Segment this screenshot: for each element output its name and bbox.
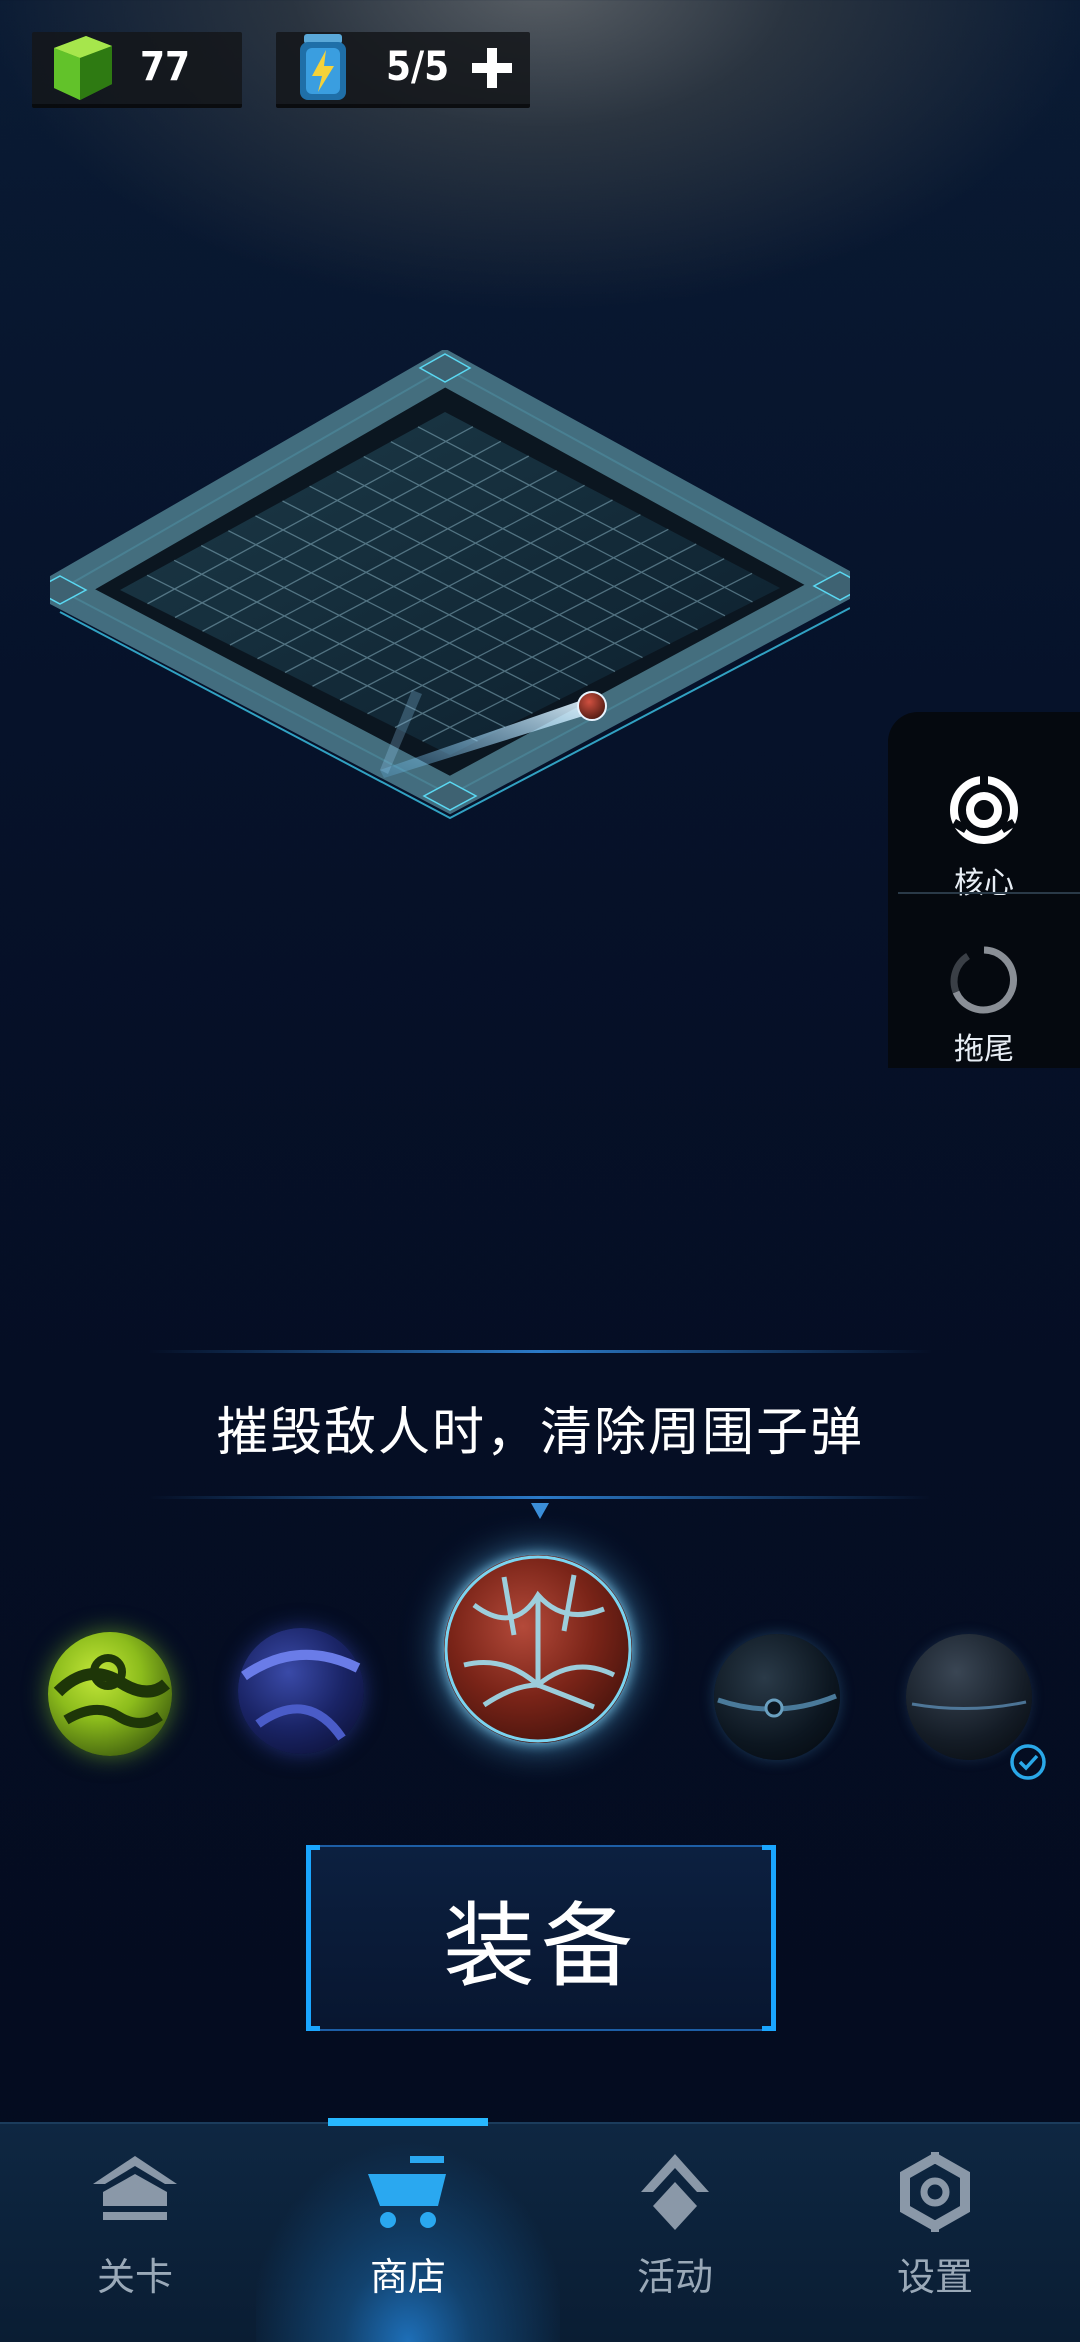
tab-levels[interactable]: 关卡 <box>0 2124 270 2342</box>
tab-events[interactable]: 活动 <box>540 2124 810 2342</box>
levels-icon <box>93 2156 177 2220</box>
plus-icon[interactable] <box>470 46 514 90</box>
settings-gear-icon <box>900 2152 970 2232</box>
blue-band-icon <box>241 1649 361 1741</box>
green-gem-icon <box>54 36 112 100</box>
dark-ring-icon <box>717 1693 837 1718</box>
side-item-core-label: 核心 <box>954 866 1014 901</box>
tab-settings[interactable]: 设置 <box>800 2124 1070 2342</box>
button-bracket-left <box>306 1845 320 2031</box>
ball-dark-ringed[interactable] <box>714 1634 840 1760</box>
description-top-line <box>148 1350 932 1353</box>
tab-levels-label: 关卡 <box>96 2255 173 2299</box>
selection-pointer-icon <box>531 1503 549 1519</box>
side-item-core[interactable]: 核心 <box>888 774 1080 902</box>
tab-shop-label: 商店 <box>369 2255 446 2299</box>
gems-value: 77 <box>140 44 191 90</box>
side-panel: 核心 拖尾 <box>888 712 1080 1068</box>
core-ring-icon <box>950 776 1018 844</box>
energy-counter[interactable]: 5/5 <box>276 32 530 108</box>
equip-button-label: 装备 <box>442 1892 639 2000</box>
side-item-trail[interactable]: 拖尾 <box>888 944 1080 1068</box>
ball-red-cracked-selected[interactable] <box>444 1555 632 1743</box>
trail-arc-icon <box>950 946 1017 1014</box>
game-board <box>50 350 850 820</box>
tab-shop[interactable]: 商店 <box>256 2118 560 2342</box>
shop-cart-icon <box>368 2156 446 2228</box>
tab-shop-indicator <box>328 2118 488 2126</box>
energy-battery-icon <box>300 34 346 100</box>
energy-value: 5/5 <box>386 44 450 90</box>
button-bracket-right <box>762 1845 776 2031</box>
gems-counter[interactable]: 77 <box>32 32 242 108</box>
tab-settings-label: 设置 <box>896 2255 973 2299</box>
equipped-check-icon <box>1010 1744 1046 1780</box>
bottom-nav: 关卡 商店 活动 设置 <box>0 2118 1080 2342</box>
events-icon <box>641 2154 709 2230</box>
tab-events-label: 活动 <box>636 2255 713 2299</box>
ball-blue-banded[interactable] <box>238 1628 364 1754</box>
side-item-trail-label: 拖尾 <box>954 1032 1014 1067</box>
description-bottom-line <box>148 1496 932 1499</box>
cracked-pattern-icon <box>444 1555 632 1743</box>
description-text: 摧毁敌人时，清除周围子弹 <box>215 1403 864 1463</box>
ball-green-striped[interactable] <box>48 1632 172 1756</box>
equip-button[interactable]: 装备 <box>306 1845 776 2031</box>
side-divider <box>898 892 1080 894</box>
green-stripe-icon <box>53 1654 170 1728</box>
